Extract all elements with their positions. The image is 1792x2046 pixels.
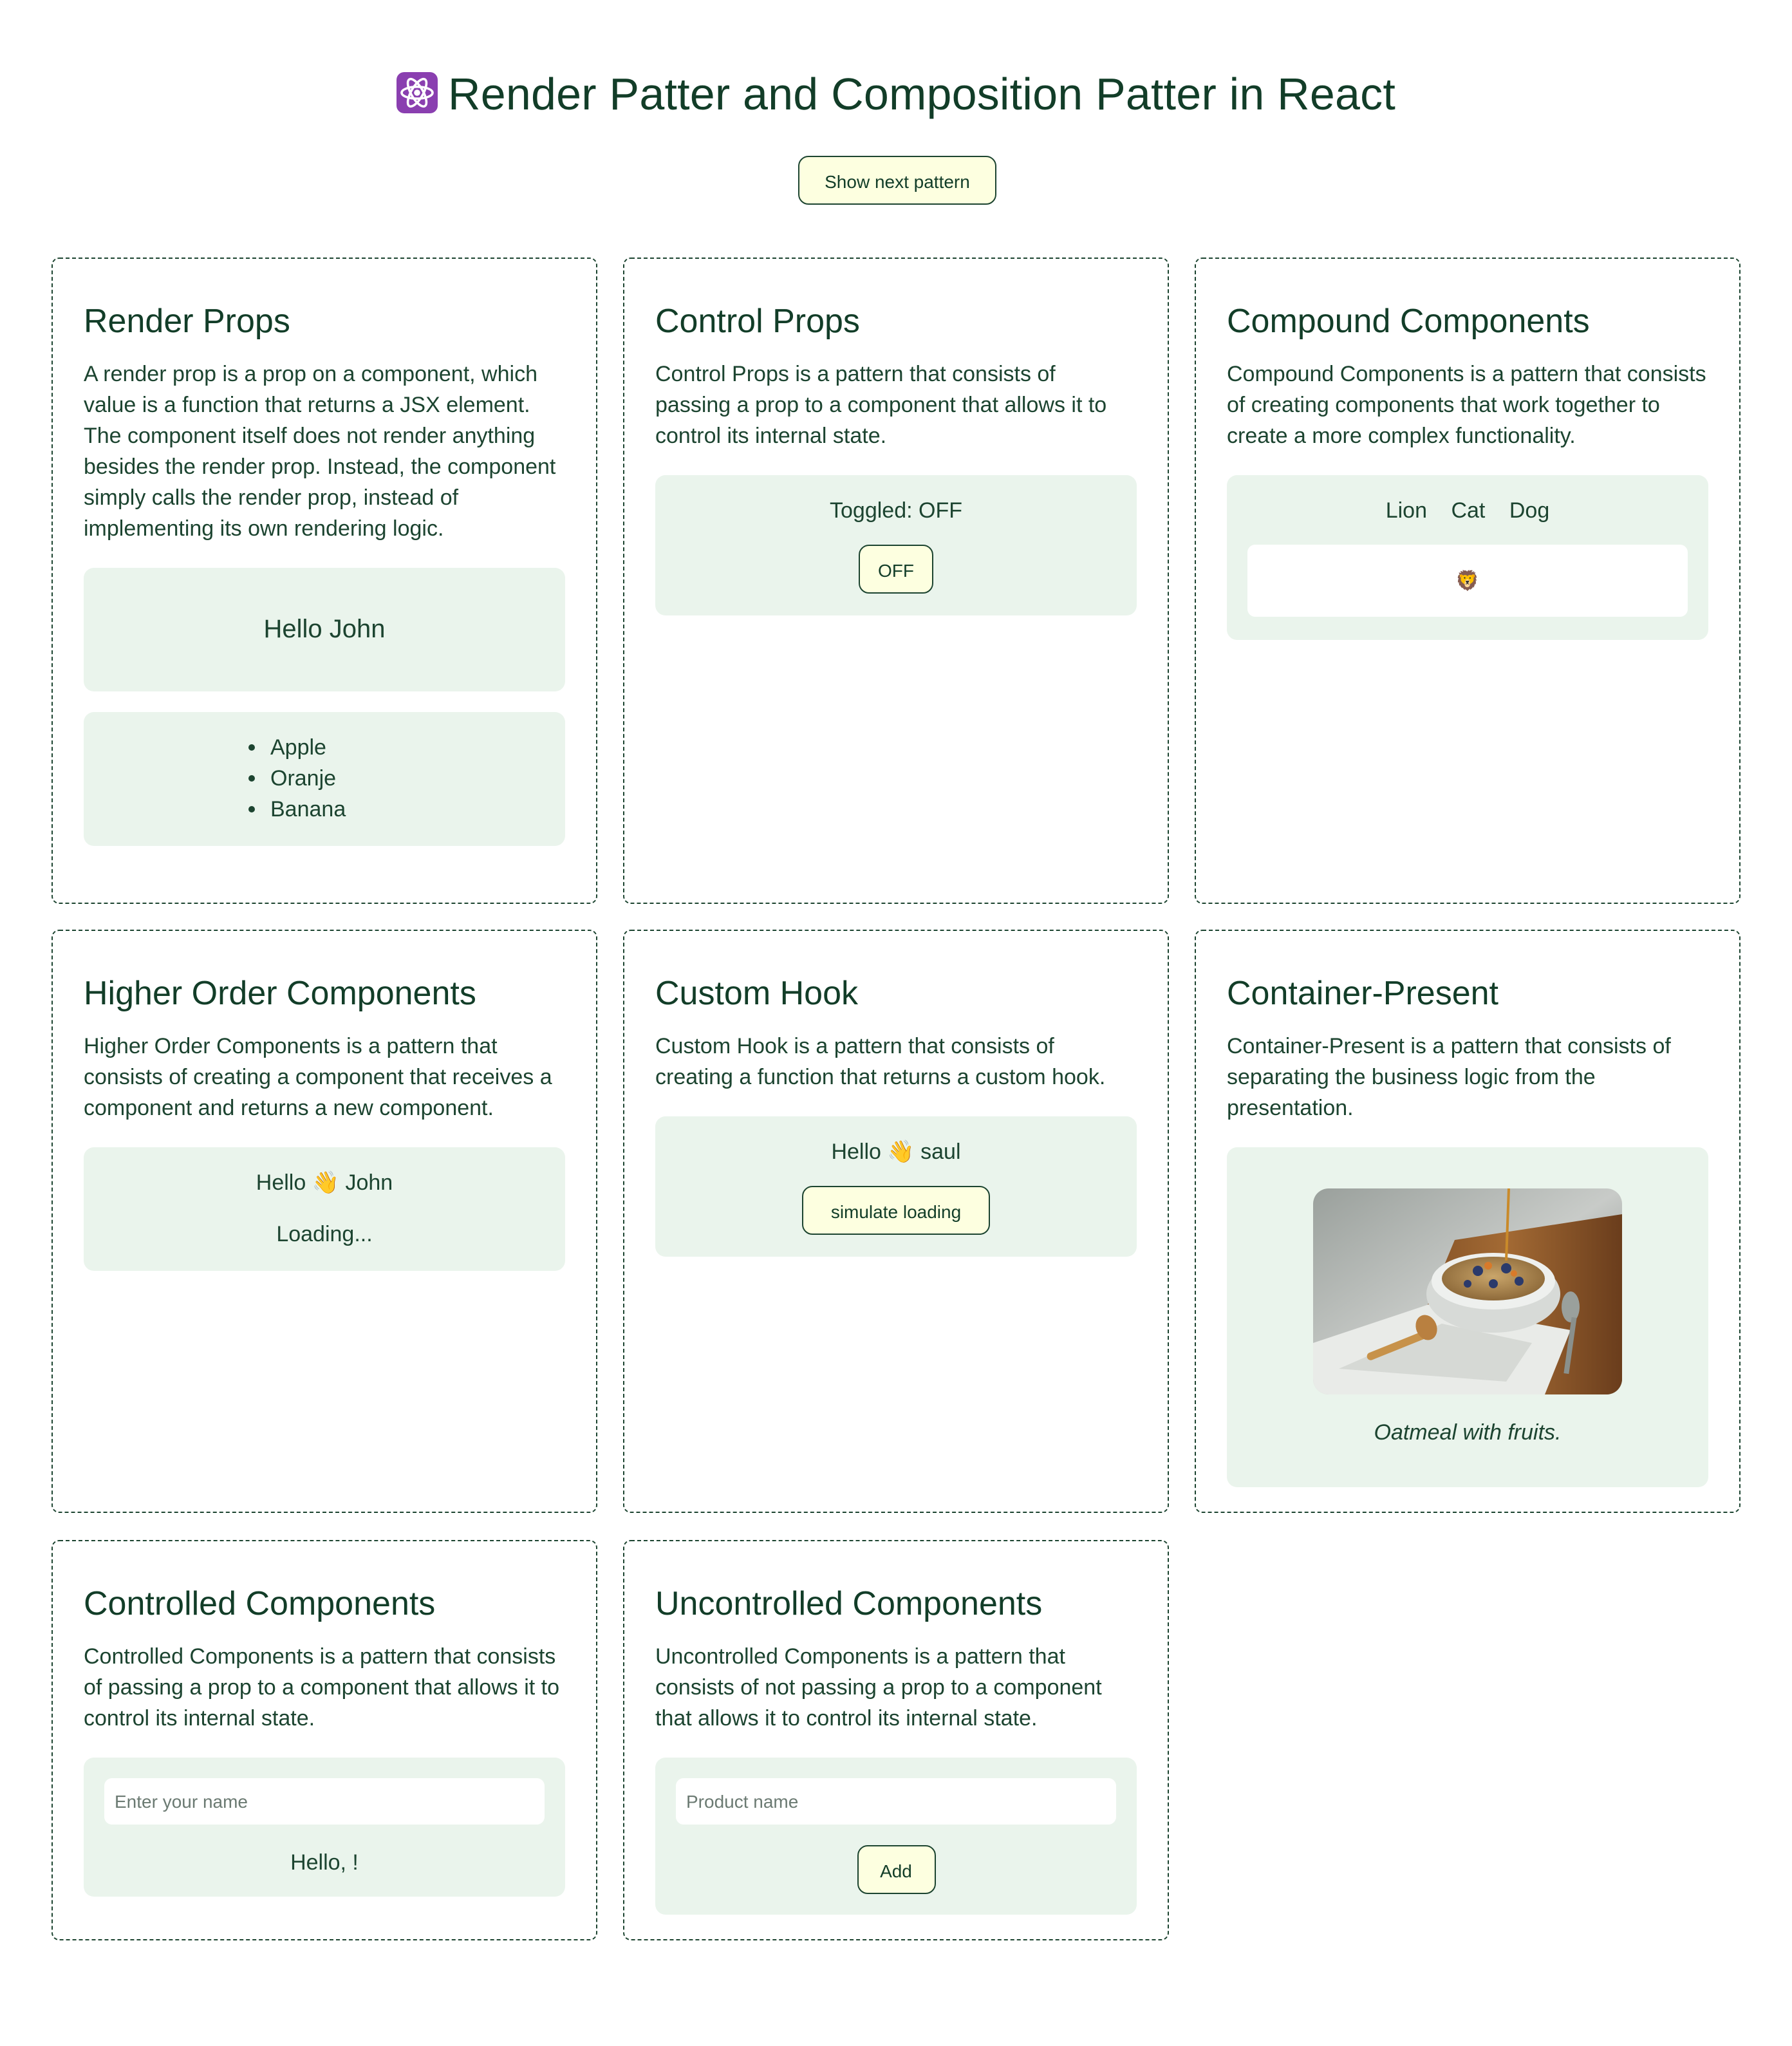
greeting-text: Hello 👋 saul [831, 1140, 961, 1164]
card-description: Control Props is a pattern that consists… [655, 362, 1107, 448]
name-input[interactable] [104, 1778, 545, 1825]
tab-lion[interactable]: Lion [1386, 496, 1427, 527]
greeting-text: Hello, ! [290, 1850, 359, 1875]
card-description: Controlled Components is a pattern that … [84, 1644, 560, 1731]
card-title: Container-Present [1227, 973, 1498, 1012]
card-title: Custom Hook [655, 973, 858, 1012]
card-title: Controlled Components [84, 1584, 436, 1622]
page-title-text: Render Patter and Composition Patter in … [448, 70, 1395, 120]
list-item: Oranje [270, 764, 565, 794]
product-name-input[interactable] [676, 1778, 1116, 1825]
card-description: Custom Hook is a pattern that consists o… [655, 1034, 1106, 1089]
card-description: Compound Components is a pattern that co… [1227, 362, 1706, 448]
card-custom-hook: Custom Hook Custom Hook is a pattern tha… [623, 930, 1169, 1513]
controlled-demo: Hello, ! [84, 1758, 565, 1897]
card-title: Higher Order Components [84, 973, 476, 1012]
toggle-button[interactable]: OFF [859, 545, 933, 594]
tab-list: Lion Cat Dog [1247, 496, 1688, 527]
greeting-text: Hello 👋 John [256, 1170, 393, 1195]
photo-caption: Oatmeal with fruits. [1374, 1420, 1562, 1445]
card-container-present: Container-Present Container-Present is a… [1195, 930, 1741, 1513]
card-controlled-components: Controlled Components Controlled Compone… [51, 1540, 597, 1940]
uncontrolled-demo: Add [655, 1758, 1137, 1915]
card-uncontrolled-components: Uncontrolled Components Uncontrolled Com… [623, 1540, 1169, 1940]
card-title: Uncontrolled Components [655, 1584, 1043, 1622]
tabs-demo: Lion Cat Dog 🦁 [1227, 475, 1708, 640]
card-description: Uncontrolled Components is a pattern tha… [655, 1644, 1102, 1731]
toggle-status: Toggled: OFF [830, 498, 962, 523]
card-description: Higher Order Components is a pattern tha… [84, 1034, 552, 1120]
hook-demo: Hello 👋 saul simulate loading [655, 1116, 1137, 1257]
card-description: Container-Present is a pattern that cons… [1227, 1034, 1671, 1120]
card-render-props: Render Props A render prop is a prop on … [51, 258, 597, 904]
list-item: Banana [270, 794, 565, 825]
card-control-props: Control Props Control Props is a pattern… [623, 258, 1169, 904]
recipe-demo: Oatmeal with fruits. [1227, 1147, 1708, 1487]
page-title: Render Patter and Composition Patter in … [0, 70, 1792, 121]
fruit-list: Apple Oranje Banana [270, 733, 565, 825]
greeting-text: Hello John [263, 615, 386, 644]
lion-icon: 🦁 [1247, 545, 1688, 617]
add-button[interactable]: Add [857, 1845, 935, 1894]
oatmeal-photo [1313, 1188, 1622, 1394]
tab-cat[interactable]: Cat [1451, 496, 1485, 527]
hoc-demo: Hello 👋 John Loading... [84, 1147, 565, 1271]
card-title: Render Props [84, 301, 290, 340]
simulate-loading-button[interactable]: simulate loading [802, 1186, 990, 1235]
loading-text: Loading... [276, 1222, 373, 1246]
atom-icon [397, 72, 438, 113]
fruit-list-demo: Apple Oranje Banana [84, 712, 565, 846]
tab-dog[interactable]: Dog [1509, 496, 1549, 527]
list-item: Apple [270, 733, 565, 764]
page: Render Patter and Composition Patter in … [0, 0, 1792, 2046]
card-description: A render prop is a prop on a component, … [84, 362, 556, 541]
card-compound-components: Compound Components Compound Components … [1195, 258, 1741, 904]
card-title: Compound Components [1227, 301, 1590, 340]
card-higher-order-components: Higher Order Components Higher Order Com… [51, 930, 597, 1513]
show-next-pattern-button[interactable]: Show next pattern [798, 156, 996, 205]
render-prop-greeting-demo: Hello John [84, 568, 565, 691]
card-title: Control Props [655, 301, 860, 340]
toggle-demo: Toggled: OFF OFF [655, 475, 1137, 615]
